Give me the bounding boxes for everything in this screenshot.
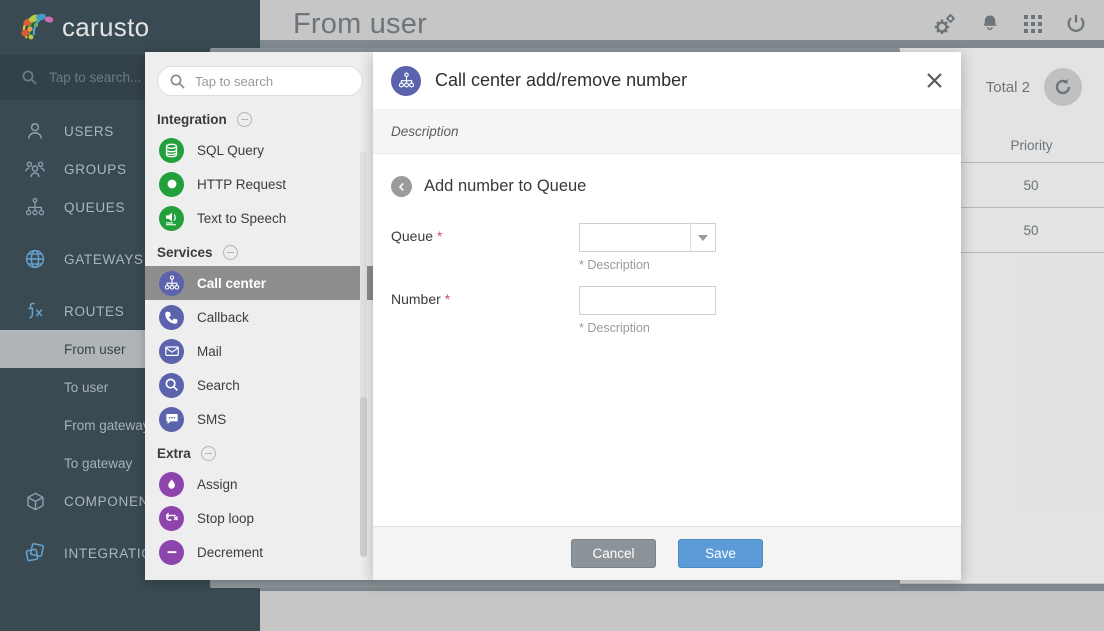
picker-item-label: Assign <box>197 476 238 492</box>
database-icon <box>159 137 184 163</box>
dialog-header: Call center add/remove number <box>373 52 961 110</box>
picker-item-sql-query[interactable]: SQL Query <box>145 133 375 167</box>
picker-item-search[interactable]: Search <box>145 368 375 402</box>
picker-search-input[interactable]: Tap to search <box>157 66 363 96</box>
dialog-footer: Cancel Save <box>373 526 961 580</box>
picker-item-stop-loop[interactable]: Stop loop <box>145 501 375 535</box>
picker-group-header-services[interactable]: Services <box>145 235 375 266</box>
cancel-button[interactable]: Cancel <box>571 539 656 568</box>
picker-item-label: Search <box>197 377 240 393</box>
save-button[interactable]: Save <box>678 539 763 568</box>
picker-search-placeholder: Tap to search <box>195 73 274 89</box>
field-row-queue: Queue * * Description <box>391 223 943 272</box>
dialog-description: Description <box>373 110 961 154</box>
picker-scrollbar-thumb[interactable] <box>360 397 367 557</box>
queue-label: Queue * <box>391 223 579 244</box>
call-center-icon <box>391 65 421 96</box>
picker-item-http-request[interactable]: HTTP Request <box>145 167 375 201</box>
picker-item-label: SQL Query <box>197 142 265 158</box>
dialog-title: Call center add/remove number <box>435 70 688 90</box>
picker-item-mail[interactable]: Mail <box>145 334 375 368</box>
picker-group-header-extra[interactable]: Extra <box>145 436 375 467</box>
picker-item-sms[interactable]: SMS <box>145 402 375 436</box>
component-picker-panel: Tap to search Integration SQL Query HTTP… <box>145 52 375 580</box>
speaker-icon <box>159 205 184 231</box>
search-icon <box>170 74 185 89</box>
group-title: Services <box>157 245 213 260</box>
picker-item-text-to-speech[interactable]: Text to Speech <box>145 201 375 235</box>
queue-label-text: Queue <box>391 228 434 244</box>
section-header: Add number to Queue <box>391 176 943 197</box>
flame-icon <box>159 471 184 497</box>
queue-hint: * Description <box>579 258 650 272</box>
picker-item-assign[interactable]: Assign <box>145 467 375 501</box>
picker-search-wrap: Tap to search <box>145 52 375 102</box>
select-divider <box>690 223 691 252</box>
number-hint: * Description <box>579 321 650 335</box>
call-center-dialog: Call center add/remove number Descriptio… <box>373 52 961 580</box>
close-icon[interactable] <box>926 72 943 89</box>
group-title: Extra <box>157 446 191 461</box>
number-label: Number * <box>391 286 579 307</box>
circle-dot-icon <box>159 171 184 197</box>
picker-item-call-center[interactable]: Call center <box>145 266 375 300</box>
chevron-down-icon <box>698 234 708 241</box>
number-input[interactable] <box>579 286 716 315</box>
field-row-number: Number * * Description <box>391 286 943 335</box>
section-title: Add number to Queue <box>424 177 587 195</box>
picker-item-label: Mail <box>197 343 222 359</box>
queue-control: * Description <box>579 223 716 272</box>
phone-icon <box>159 304 184 330</box>
picker-item-label: Decrement <box>197 544 264 560</box>
group-title: Integration <box>157 112 227 127</box>
dialog-body: Add number to Queue Queue * * Descriptio… <box>373 154 961 526</box>
collapse-minus-icon[interactable] <box>222 245 238 260</box>
chat-icon <box>159 406 184 432</box>
queue-select[interactable] <box>579 223 716 252</box>
call-center-icon <box>159 270 184 296</box>
minus-icon <box>159 539 184 565</box>
number-control: * Description <box>579 286 716 335</box>
stop-loop-icon <box>159 505 184 531</box>
picker-item-label: Call center <box>197 275 267 291</box>
search-icon <box>159 372 184 398</box>
required-mark: * <box>436 228 443 244</box>
picker-item-label: Callback <box>197 309 249 325</box>
collapse-minus-icon[interactable] <box>236 112 252 127</box>
envelope-icon <box>159 338 184 364</box>
picker-item-label: HTTP Request <box>197 176 287 192</box>
back-arrow-icon[interactable] <box>391 176 412 197</box>
collapse-minus-icon[interactable] <box>200 446 216 461</box>
picker-group-header-integration[interactable]: Integration <box>145 102 375 133</box>
picker-item-decrement[interactable]: Decrement <box>145 535 375 569</box>
required-mark: * <box>444 291 451 307</box>
picker-item-label: Text to Speech <box>197 210 287 226</box>
picker-item-label: Stop loop <box>197 510 255 526</box>
number-label-text: Number <box>391 291 441 307</box>
picker-item-label: SMS <box>197 411 227 427</box>
picker-item-callback[interactable]: Callback <box>145 300 375 334</box>
